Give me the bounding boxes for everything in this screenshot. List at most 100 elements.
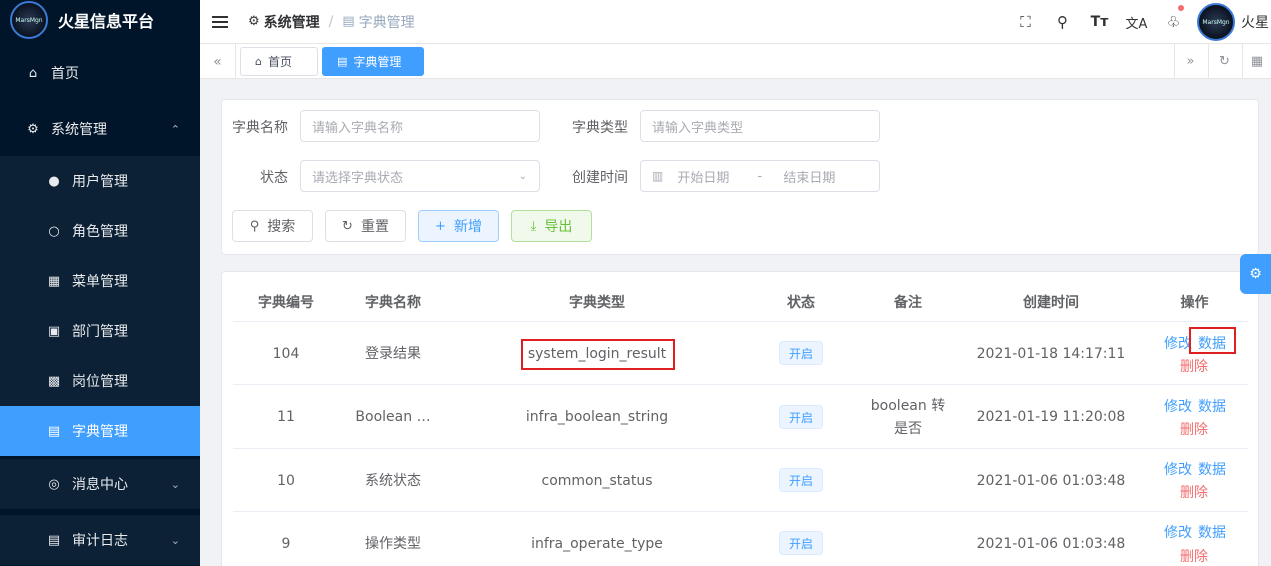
placeholder: 请输入字典名称 bbox=[312, 120, 404, 136]
plus-icon: + bbox=[435, 218, 446, 234]
add-button[interactable]: + 新增 bbox=[418, 210, 499, 242]
sidebar-item-label: 岗位管理 bbox=[72, 374, 128, 390]
sidebar-item-label: 审计日志 bbox=[72, 533, 128, 549]
scroll-left-icon[interactable]: « bbox=[200, 44, 236, 79]
cell-type[interactable]: system_login_result bbox=[447, 343, 747, 365]
logo-image: MarsMgn bbox=[10, 1, 48, 39]
tab-dict[interactable]: ▤ 字典管理 bbox=[322, 47, 424, 76]
placeholder: 请输入字典类型 bbox=[652, 120, 744, 136]
sidebar-item-label: 角色管理 bbox=[72, 224, 128, 240]
edit-link[interactable]: 修改 bbox=[1164, 333, 1192, 353]
user-name[interactable]: 火星 bbox=[1241, 12, 1271, 32]
reset-button[interactable]: ↻ 重置 bbox=[325, 210, 406, 242]
sidebar: MarsMgn 火星信息平台 ⌂ 首页 ⚙ 系统管理 ⌃ ● 用户管理 ○ 角色… bbox=[0, 0, 200, 566]
search-button[interactable]: ⚲ 搜索 bbox=[232, 210, 313, 242]
status-badge: 开启 bbox=[779, 468, 823, 492]
sidebar-item-users[interactable]: ● 用户管理 bbox=[0, 156, 200, 206]
dict-type-input[interactable]: 请输入字典类型 bbox=[640, 110, 880, 142]
edit-link[interactable]: 修改 bbox=[1164, 522, 1192, 542]
data-link[interactable]: 数据 bbox=[1198, 333, 1226, 353]
menu-toggle-icon[interactable] bbox=[212, 15, 228, 28]
column-header: 字典类型 bbox=[569, 295, 625, 311]
chat-icon: ◎ bbox=[48, 476, 60, 492]
end-date-placeholder: 结束日期 bbox=[783, 170, 836, 186]
fullscreen-icon[interactable]: ⛶ bbox=[1007, 0, 1044, 44]
refresh-icon[interactable]: ↻ bbox=[1208, 44, 1240, 79]
breadcrumb-item[interactable]: 系统管理 bbox=[264, 12, 320, 32]
sidebar-item-system[interactable]: ⚙ 系统管理 ⌃ bbox=[0, 104, 200, 154]
book-icon: ▤ bbox=[47, 423, 61, 439]
edit-link[interactable]: 修改 bbox=[1164, 396, 1192, 416]
settings-button[interactable]: ⚙ bbox=[1240, 254, 1271, 294]
tab-home[interactable]: ⌂ 首页 bbox=[240, 47, 318, 76]
refresh-icon: ↻ bbox=[342, 218, 353, 234]
search-icon[interactable]: ⚲ bbox=[1044, 0, 1081, 44]
delete-link[interactable]: 删除 bbox=[1180, 419, 1208, 439]
tab-label: 首页 bbox=[267, 55, 292, 69]
cell-created: 2021-01-06 01:03:48 bbox=[976, 536, 1126, 552]
avatar[interactable]: MarsMgn bbox=[1197, 3, 1235, 41]
button-label: 导出 bbox=[544, 219, 573, 235]
logo[interactable]: MarsMgn 火星信息平台 bbox=[0, 0, 200, 40]
edit-link[interactable]: 修改 bbox=[1164, 459, 1192, 479]
book-icon: ▤ bbox=[342, 14, 355, 29]
cell-id: 11 bbox=[277, 409, 295, 425]
tab-label: 字典管理 bbox=[353, 55, 402, 69]
sidebar-item-messages[interactable]: ◎ 消息中心 ⌄ bbox=[0, 459, 200, 509]
chevron-down-icon: ⌄ bbox=[170, 533, 180, 547]
status-select[interactable]: 请选择字典状态 ⌄ bbox=[300, 160, 540, 192]
breadcrumb-current-label: 字典管理 bbox=[358, 14, 415, 31]
cell-created: 2021-01-06 01:03:48 bbox=[976, 473, 1126, 489]
export-button[interactable]: ⤓ 导出 bbox=[511, 210, 592, 242]
button-label: 重置 bbox=[360, 219, 389, 235]
translate-icon[interactable]: 文A bbox=[1118, 0, 1155, 44]
scroll-right-icon[interactable]: » bbox=[1174, 44, 1206, 79]
sidebar-item-home[interactable]: ⌂ 首页 bbox=[0, 48, 200, 98]
id-card-icon: ▣ bbox=[47, 323, 61, 339]
sidebar-item-dict[interactable]: ▤ 字典管理 bbox=[0, 406, 200, 456]
breadcrumb-current: ▤ 字典管理 bbox=[342, 12, 414, 32]
sidebar-item-label: 消息中心 bbox=[72, 477, 128, 493]
cell-type[interactable]: infra_operate_type bbox=[447, 533, 747, 555]
badge-icon: ▩ bbox=[47, 373, 61, 389]
tags-bar: « ⌂ 首页 ▤ 字典管理 » ↻ ▦ bbox=[200, 44, 1271, 79]
chevron-down-icon: ⌄ bbox=[518, 170, 527, 182]
breadcrumb-separator: / bbox=[328, 13, 334, 30]
dict-name-input[interactable]: 请输入字典名称 bbox=[300, 110, 540, 142]
sidebar-item-roles[interactable]: ○ 角色管理 bbox=[0, 206, 200, 256]
cell-type[interactable]: common_status bbox=[447, 470, 747, 492]
chevron-down-icon: ⌄ bbox=[170, 477, 180, 491]
sidebar-item-posts[interactable]: ▩ 岗位管理 bbox=[0, 356, 200, 406]
sidebar-item-depts[interactable]: ▣ 部门管理 bbox=[0, 306, 200, 356]
divider bbox=[233, 448, 1248, 449]
delete-link[interactable]: 删除 bbox=[1180, 482, 1208, 502]
date-range-picker[interactable]: ▥ 开始日期 - 结束日期 bbox=[640, 160, 880, 192]
navbar-right: ⛶ ⚲ Tт 文A ♧ MarsMgn 火星 bbox=[1007, 0, 1271, 44]
dict-name-label: 字典名称 bbox=[232, 120, 288, 136]
delete-link[interactable]: 删除 bbox=[1180, 546, 1208, 566]
cell-id: 10 bbox=[277, 473, 295, 489]
log-icon: ▤ bbox=[47, 532, 61, 548]
person-outline-icon: ○ bbox=[48, 223, 60, 239]
cell-name: 系统状态 bbox=[365, 473, 421, 489]
sidebar-item-menus[interactable]: ▦ 菜单管理 bbox=[0, 256, 200, 306]
range-separator: - bbox=[757, 168, 763, 184]
cell-type[interactable]: infra_boolean_string bbox=[447, 406, 747, 428]
create-time-label: 创建时间 bbox=[572, 170, 628, 186]
delete-link[interactable]: 删除 bbox=[1180, 356, 1208, 376]
font-size-icon[interactable]: Tт bbox=[1081, 0, 1118, 44]
column-header: 备注 bbox=[894, 295, 922, 311]
gear-icon: ⚙ bbox=[27, 121, 39, 137]
grid-icon[interactable]: ▦ bbox=[1242, 44, 1271, 79]
cell-created: 2021-01-18 14:17:11 bbox=[976, 346, 1126, 362]
start-date-placeholder: 开始日期 bbox=[677, 170, 730, 186]
placeholder: 请选择字典状态 bbox=[312, 170, 404, 186]
sidebar-item-audit[interactable]: ▤ 审计日志 ⌄ bbox=[0, 515, 200, 565]
data-link[interactable]: 数据 bbox=[1198, 522, 1226, 542]
status-badge: 开启 bbox=[779, 405, 823, 429]
sidebar-item-label: 部门管理 bbox=[72, 324, 128, 340]
cell-created: 2021-01-19 11:20:08 bbox=[976, 409, 1126, 425]
data-link[interactable]: 数据 bbox=[1198, 396, 1226, 416]
bell-icon[interactable]: ♧ bbox=[1155, 0, 1192, 44]
data-link[interactable]: 数据 bbox=[1198, 459, 1226, 479]
